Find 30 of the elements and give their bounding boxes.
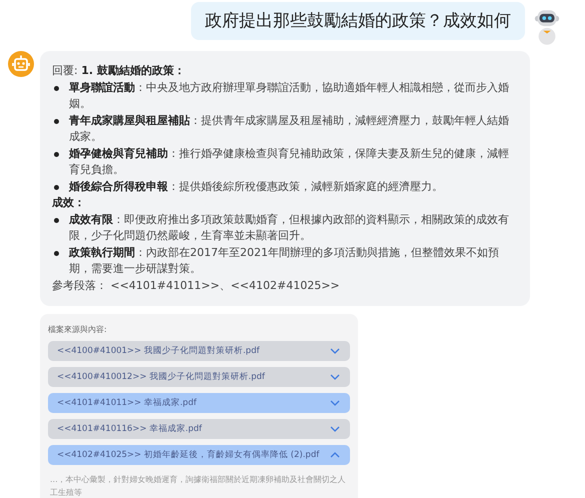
source-file-item[interactable]: <<4101#41011>> 幸福成家.pdf (48, 393, 350, 413)
bullet-icon (54, 184, 59, 190)
bullet-text: 婚後綜合所得稅申報：提供婚後綜所稅優惠政策，減輕新婚家庭的經濟壓力。 (69, 178, 444, 194)
chevron-down-icon (330, 400, 340, 406)
source-file-item[interactable]: <<4102#41025>> 初婚年齡延後，育齡婦女有偶率降低 (2).pdf (48, 445, 350, 465)
bullet-icon (54, 250, 59, 256)
answer-text: 參考段落： <<4101#41011>>、<<4102#41025>> (52, 278, 341, 294)
chevron-down-icon (330, 374, 340, 380)
user-message: 政府提出那些鼓勵結婚的政策？成效如何 (191, 2, 525, 40)
bullet-text: 政策執行期間：內政部在2017年至2021年間辦理的多項活動與措施，但整體效果不如預期，需要進一步研謀對策。 (69, 244, 500, 277)
chevron-up-icon (330, 452, 340, 458)
bullet-icon (54, 152, 59, 156)
bot-avatar-icon (8, 51, 34, 77)
source-file-item[interactable]: <<4100#41001>> 我國少子化問題對策研析.pdf (48, 341, 350, 361)
chevron-down-icon (330, 348, 340, 354)
bullet-text: 青年成家購屋與租屋補貼：提供青年成家購屋及租屋補助，減輕經濟壓力，鼓勵年輕人結婚成家。 (69, 112, 510, 145)
chevron-down-icon (330, 426, 340, 432)
answer-heading: 成效： (52, 195, 86, 211)
bullet-icon (54, 118, 59, 124)
bullet-icon (54, 86, 59, 90)
bullet-text: 單身聯誼活動：中央及地方政府辦理單身聯誼活動，協助適婚年輕人相識相戀，從而步入婚姻。 (69, 80, 510, 112)
source-content: ...，本中心彙製，針對婦女晚婚遲育，詢據衛福部關於近期凍卵補助及社會關切之人工生殖等 (49, 474, 347, 498)
answer-text: 回覆: 1. 鼓勵結婚的政策： (52, 63, 186, 79)
source-file-item[interactable]: <<4101#410116>> 幸福成家.pdf (48, 419, 350, 439)
sources-label: 檔案來源與內容: (48, 324, 108, 335)
source-file-item[interactable]: <<4100#410012>> 我國少子化問題對策研析.pdf (48, 367, 350, 387)
bullet-text: 成效有限：即便政府推出多項政策鼓勵婚育，但根據內政部的資料顯示，相關政策的成效有限，少子化問題仍然嚴峻，生育率並未顯著回升。 (69, 212, 510, 244)
bullet-icon (54, 218, 59, 222)
bullet-text: 婚孕健檢與育兒補助：推行婚孕健康檢查與育兒補助政策，保障夫妻及新生兒的健康，減輕育兒負擔。 (69, 146, 510, 178)
robot-avatar-icon (533, 8, 561, 46)
